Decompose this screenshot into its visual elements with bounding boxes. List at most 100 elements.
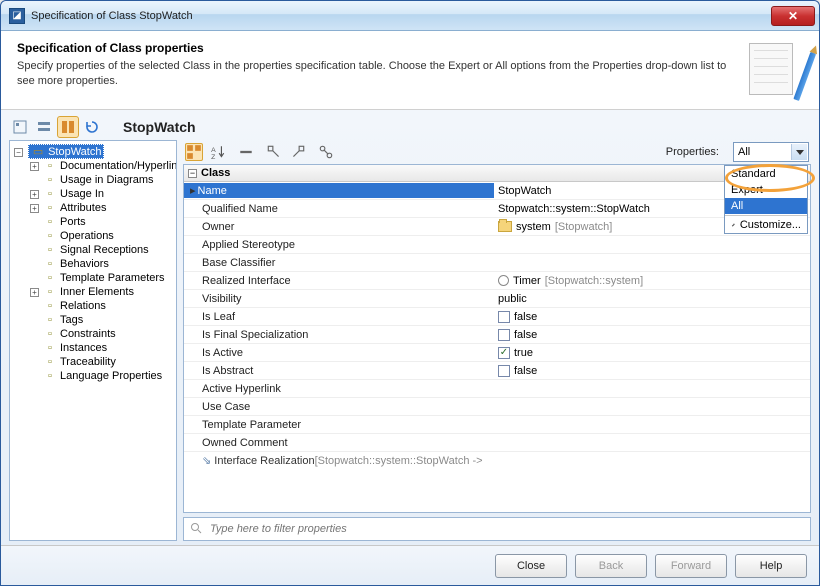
back-button[interactable]: Back [575, 554, 647, 578]
tree-node-icon: ▫ [43, 174, 57, 186]
checkbox-icon[interactable] [498, 329, 510, 341]
tree-item[interactable]: ▫Behaviors [28, 257, 174, 271]
tree-node-icon: ▫ [43, 188, 57, 200]
tree-item[interactable]: +▫Documentation/Hyperlinks [28, 159, 174, 173]
tree-node-icon: ▫ [43, 272, 57, 284]
tree-item[interactable]: ▫Instances [28, 341, 174, 355]
tree-expander-icon[interactable]: + [30, 204, 39, 213]
row-visibility[interactable]: Visibilitypublic [184, 290, 810, 308]
tree-item[interactable]: ▫Language Properties [28, 369, 174, 383]
help-button[interactable]: Help [735, 554, 807, 578]
tree-item[interactable]: ▫Relations [28, 299, 174, 313]
tool-b-icon[interactable] [289, 143, 307, 161]
navigation-tree[interactable]: − ▭ StopWatch +▫Documentation/Hyperlinks… [9, 140, 177, 541]
tree-item-label: Template Parameters [60, 272, 165, 284]
realization-link-icon: ⇘ [202, 455, 211, 467]
forward-button[interactable]: Forward [655, 554, 727, 578]
tree-expander-icon[interactable]: − [14, 148, 23, 157]
row-owned-comment[interactable]: Owned Comment [184, 434, 810, 452]
window-close-button[interactable]: ✕ [771, 6, 815, 26]
sort-az-icon[interactable]: AZ [209, 143, 227, 161]
tree-item[interactable]: ▫Constraints [28, 327, 174, 341]
main-title: StopWatch [123, 119, 196, 135]
tree-item-label: Language Properties [60, 370, 162, 382]
tool-c-icon[interactable] [317, 143, 335, 161]
tree-item[interactable]: ▫Usage in Diagrams [28, 173, 174, 187]
tree-item-label: Inner Elements [60, 286, 134, 298]
dropdown-option-customize[interactable]: Customize... [725, 217, 807, 233]
row-applied-stereotype[interactable]: Applied Stereotype [184, 236, 810, 254]
tree-expander-icon[interactable]: + [30, 190, 39, 199]
header: Specification of Class properties Specif… [1, 31, 819, 110]
checkbox-icon[interactable] [498, 311, 510, 323]
row-is-final-specialization[interactable]: Is Final Specializationfalse [184, 326, 810, 344]
tree-root[interactable]: ▭ StopWatch [28, 144, 104, 159]
tree-item-label: Usage In [60, 188, 104, 200]
tree-item-label: Traceability [60, 356, 116, 368]
tree-item-label: Operations [60, 230, 114, 242]
group-header[interactable]: − Class [184, 165, 810, 182]
filter-input[interactable] [208, 522, 804, 536]
tree-item[interactable]: ▫Traceability [28, 355, 174, 369]
tree-expander-icon [30, 300, 39, 309]
tree-item[interactable]: + ▫Inner Elements [28, 285, 174, 299]
checkbox-icon[interactable] [498, 365, 510, 377]
tree-node-icon: ▫ [43, 286, 57, 298]
row-active-hyperlink[interactable]: Active Hyperlink [184, 380, 810, 398]
expand-icon[interactable] [237, 143, 255, 161]
dropdown-option-expert[interactable]: Expert [725, 182, 807, 198]
row-name[interactable]: ▸Name StopWatch [184, 182, 810, 200]
row-owner[interactable]: Owner system[Stopwatch] [184, 218, 810, 236]
row-qualified-name[interactable]: Qualified Name Stopwatch::system::StopWa… [184, 200, 810, 218]
tree-root-label: StopWatch [48, 146, 101, 158]
window-title: Specification of Class StopWatch [31, 10, 771, 22]
dropdown-option-all[interactable]: All [725, 198, 807, 214]
tree-item[interactable]: +▫Attributes [28, 201, 174, 215]
tree-expander-icon[interactable]: + [30, 162, 39, 171]
collapse-icon[interactable]: − [188, 169, 197, 178]
tree-node-icon: ▫ [43, 342, 57, 354]
tree-node-icon: ▫ [43, 314, 57, 326]
window: ◪ Specification of Class StopWatch ✕ Spe… [0, 0, 820, 586]
tree-node-icon: ▫ [43, 244, 57, 256]
tree-item[interactable]: ▫Ports [28, 215, 174, 229]
toolbar-view2-icon[interactable] [33, 116, 55, 138]
tree-expander-icon [30, 314, 39, 323]
dropdown-option-standard[interactable]: Standard [725, 166, 807, 182]
dropdown-separator [725, 215, 807, 216]
tree-item[interactable]: ▫Template Parameters [28, 271, 174, 285]
tree-expander-icon [30, 230, 39, 239]
row-is-active[interactable]: Is Activetrue [184, 344, 810, 362]
row-use-case[interactable]: Use Case [184, 398, 810, 416]
row-base-classifier[interactable]: Base Classifier [184, 254, 810, 272]
toolbar-view1-icon[interactable] [9, 116, 31, 138]
row-is-leaf[interactable]: Is Leaffalse [184, 308, 810, 326]
row-is-abstract[interactable]: Is Abstractfalse [184, 362, 810, 380]
filter-bar [183, 517, 811, 541]
toolbar-refresh-icon[interactable] [81, 116, 103, 138]
right-pane: AZ Properties: All [183, 140, 811, 541]
tree-node-icon: ▫ [43, 356, 57, 368]
row-realized-interface[interactable]: Realized Interface Timer[Stopwatch::syst… [184, 272, 810, 290]
tree-item[interactable]: ▫Signal Receptions [28, 243, 174, 257]
tree-item[interactable]: + ▫Usage In [28, 187, 174, 201]
checkbox-checked-icon[interactable] [498, 347, 510, 359]
tree-item-label: Signal Receptions [60, 244, 149, 256]
tree-item-label: Constraints [60, 328, 116, 340]
tool-a-icon[interactable] [265, 143, 283, 161]
folder-icon [498, 221, 512, 232]
sort-grouped-icon[interactable] [185, 143, 203, 161]
tree-item-label: Behaviors [60, 258, 109, 270]
tree-item[interactable]: ▫Operations [28, 229, 174, 243]
tree-item[interactable]: ▫Tags [28, 313, 174, 327]
tree-expander-icon[interactable]: + [30, 288, 39, 297]
tree-expander-icon [30, 244, 39, 253]
property-grid[interactable]: − Class ▸Name StopWatch Qualified Name S… [183, 164, 811, 513]
close-button[interactable]: Close [495, 554, 567, 578]
row-template-parameter[interactable]: Template Parameter [184, 416, 810, 434]
app-icon: ◪ [9, 8, 25, 24]
properties-dropdown[interactable]: All Standard Expert All Customize... [733, 142, 809, 162]
toolbar-view3-icon[interactable] [57, 116, 79, 138]
group-label: Class [201, 167, 230, 179]
properties-label: Properties: [666, 146, 719, 158]
